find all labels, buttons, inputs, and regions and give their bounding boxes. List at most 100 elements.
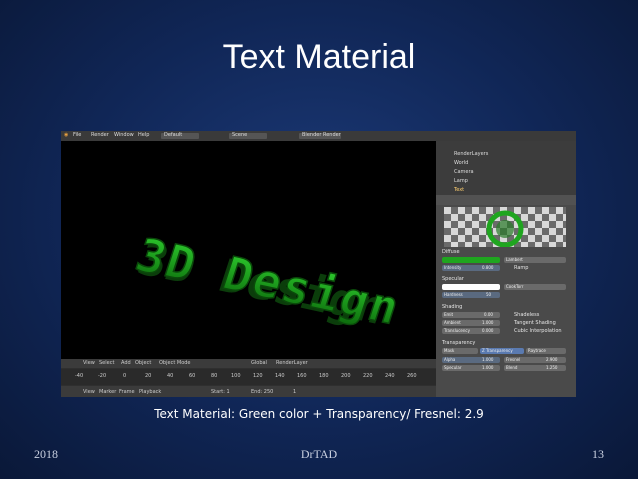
tick: 220 xyxy=(363,373,373,379)
translucency-value: 0.000 xyxy=(482,328,494,333)
intensity-label: Intensity xyxy=(444,265,462,270)
translucency-field[interactable]: Translucency 0.000 xyxy=(442,328,500,334)
intensity-field[interactable]: Intensity 0.800 xyxy=(442,265,500,271)
outliner: RenderLayers World Camera Lamp Text xyxy=(436,141,576,195)
specular-alpha-label: Specular xyxy=(444,365,462,370)
alpha-field[interactable]: Alpha 1.000 xyxy=(442,357,500,363)
preview-sphere xyxy=(486,210,524,248)
ambient-label: Ambient xyxy=(444,320,461,325)
tl-view[interactable]: View xyxy=(83,389,95,395)
hardness-value: 50 xyxy=(486,292,492,297)
z-transparency-label: Z Transparency xyxy=(482,348,513,353)
viewport-text-3d[interactable]: 3D Design xyxy=(129,227,409,336)
ambient-value: 1.000 xyxy=(482,320,494,325)
engine-label: Blender Render xyxy=(302,132,341,138)
cubic-checkbox[interactable]: Cubic Interpolation xyxy=(514,328,562,334)
properties-tabs[interactable] xyxy=(436,195,576,205)
layout-label: Default xyxy=(164,132,183,138)
emit-label: Emit xyxy=(444,312,454,317)
menu-file[interactable]: File xyxy=(73,132,81,138)
menu-help[interactable]: Help xyxy=(138,132,149,138)
3d-viewport[interactable]: 3D Design 3D Design xyxy=(61,141,436,359)
shadeless-checkbox[interactable]: Shadeless xyxy=(514,312,539,318)
menu-render[interactable]: Render xyxy=(91,132,109,138)
slide-caption: Text Material: Green color + Transparenc… xyxy=(154,407,484,421)
vh-object[interactable]: Object xyxy=(135,360,151,366)
tl-playback[interactable]: Playback xyxy=(139,389,161,395)
hardness-label: Hardness xyxy=(444,292,463,297)
outliner-camera[interactable]: Camera xyxy=(454,169,474,175)
tl-marker[interactable]: Marker xyxy=(99,389,116,395)
material-settings: Diffuse Lambert Intensity 0.800 Ramp Spec… xyxy=(436,249,576,397)
fresnel-field[interactable]: Fresnel 2.900 xyxy=(504,357,566,363)
fresnel-label: Fresnel xyxy=(506,357,521,362)
tick: 120 xyxy=(253,373,263,379)
tick: 260 xyxy=(407,373,417,379)
specular-header[interactable]: Specular xyxy=(442,276,464,282)
vh-select[interactable]: Select xyxy=(99,360,114,366)
diffuse-header[interactable]: Diffuse xyxy=(442,249,460,255)
alpha-label: Alpha xyxy=(444,357,456,362)
diffuse-shader[interactable]: Lambert xyxy=(504,257,566,263)
emit-value: 0.00 xyxy=(484,312,493,317)
tick: 0 xyxy=(123,373,127,379)
tick: 140 xyxy=(275,373,285,379)
outliner-renderlayers[interactable]: RenderLayers xyxy=(454,151,488,157)
tick: 60 xyxy=(189,373,196,379)
blend-field[interactable]: Blend 1.250 xyxy=(504,365,566,371)
intensity-value: 0.800 xyxy=(482,265,494,270)
tick: 20 xyxy=(145,373,152,379)
slide-title: Text Material xyxy=(222,38,416,76)
menu-window[interactable]: Window xyxy=(114,132,134,138)
footer-page-number: 13 xyxy=(592,447,604,461)
tl-frame[interactable]: Frame xyxy=(119,389,135,395)
vh-scope[interactable]: Global xyxy=(251,360,267,366)
diffuse-color-swatch[interactable] xyxy=(442,257,500,263)
shading-header[interactable]: Shading xyxy=(442,304,462,310)
alpha-value: 1.000 xyxy=(482,357,494,362)
properties-panel: RenderLayers World Camera Lamp Text Diff… xyxy=(436,141,576,397)
blender-logo-icon: ◉ xyxy=(64,132,69,138)
specular-shader[interactable]: CookTorr xyxy=(504,284,566,290)
z-transparency-button[interactable]: Z Transparency xyxy=(480,348,524,354)
blend-label: Blend xyxy=(506,365,518,370)
vh-add[interactable]: Add xyxy=(121,360,131,366)
tick: -20 xyxy=(98,373,107,379)
viewport-header: View Select Add Object Object Mode Globa… xyxy=(61,359,436,368)
tick: 200 xyxy=(341,373,351,379)
specular-alpha-field[interactable]: Specular 1.000 xyxy=(442,365,500,371)
hardness-field[interactable]: Hardness 50 xyxy=(442,292,500,298)
tl-end[interactable]: End: 250 xyxy=(251,389,273,395)
blend-value: 1.250 xyxy=(546,365,558,370)
viewport-render: 3D Design 3D Design xyxy=(129,227,409,336)
mask-label: Mask xyxy=(444,348,455,353)
blender-screenshot: ◉ File Render Window Help Default Scene … xyxy=(61,131,576,397)
tick: -40 xyxy=(75,373,84,379)
raytrace-label: Raytrace xyxy=(528,348,546,353)
vh-view[interactable]: View xyxy=(83,360,95,366)
outliner-text[interactable]: Text xyxy=(454,187,464,193)
material-preview xyxy=(444,207,566,248)
ambient-field[interactable]: Ambient 1.000 xyxy=(442,320,500,326)
tick: 180 xyxy=(319,373,329,379)
outliner-world[interactable]: World xyxy=(454,160,468,166)
tick: 160 xyxy=(297,373,307,379)
timeline-ruler[interactable]: -40 -20 0 20 40 60 80 100 120 140 160 18… xyxy=(61,369,436,385)
translucency-label: Translucency xyxy=(444,328,470,333)
ramp-checkbox[interactable]: Ramp xyxy=(514,265,528,271)
transparency-header[interactable]: Transparency xyxy=(442,340,475,346)
raytrace-button[interactable]: Raytrace xyxy=(526,348,566,354)
emit-field[interactable]: Emit 0.00 xyxy=(442,312,500,318)
scene-label: Scene xyxy=(232,132,248,138)
timeline-area: View Select Add Object Object Mode Globa… xyxy=(61,359,436,397)
outliner-lamp[interactable]: Lamp xyxy=(454,178,468,184)
mask-button[interactable]: Mask xyxy=(442,348,478,354)
tangent-checkbox[interactable]: Tangent Shading xyxy=(514,320,556,326)
vh-render-layer[interactable]: RenderLayer xyxy=(276,360,308,366)
blender-top-menu: ◉ File Render Window Help Default Scene … xyxy=(61,131,576,141)
diffuse-shader-label: Lambert xyxy=(506,257,523,262)
specular-color-swatch[interactable] xyxy=(442,284,500,290)
tl-start[interactable]: Start: 1 xyxy=(211,389,230,395)
tl-current[interactable]: 1 xyxy=(293,389,296,395)
vh-mode[interactable]: Object Mode xyxy=(159,360,191,366)
